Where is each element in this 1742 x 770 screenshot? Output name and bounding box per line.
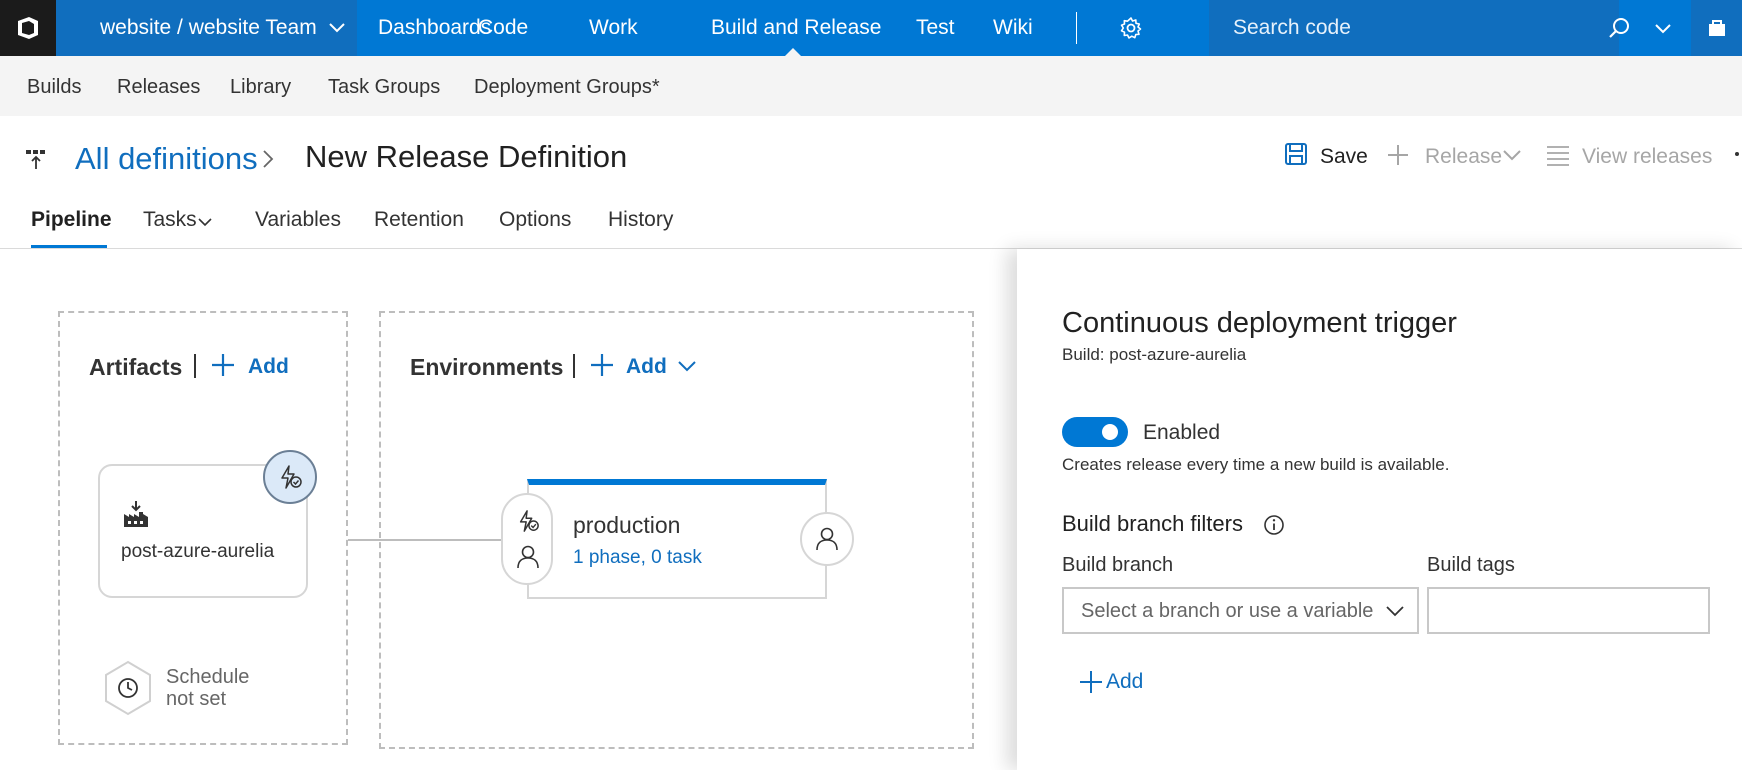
project-selector[interactable]: website / website Team bbox=[56, 0, 357, 56]
build-artifact-icon bbox=[123, 500, 149, 533]
breadcrumb-all-definitions[interactable]: All definitions bbox=[75, 141, 258, 177]
build-tags-label: Build tags bbox=[1427, 554, 1515, 576]
environment-phase-link[interactable]: 1 phase, 0 task bbox=[573, 547, 702, 569]
add-branch-filter-button[interactable]: Add bbox=[1106, 670, 1143, 694]
view-releases-button[interactable]: View releases bbox=[1582, 145, 1712, 169]
gear-icon[interactable] bbox=[1119, 16, 1143, 45]
enabled-toggle-label: Enabled bbox=[1143, 421, 1221, 444]
environment-card[interactable] bbox=[527, 479, 827, 599]
tab-variables[interactable]: Variables bbox=[255, 208, 341, 232]
build-tags-input[interactable] bbox=[1427, 587, 1710, 634]
nav-code[interactable]: Code bbox=[478, 0, 528, 56]
search-placeholder: Search code bbox=[1233, 16, 1351, 39]
plus-icon[interactable] bbox=[590, 353, 614, 382]
release-button[interactable]: Release bbox=[1425, 145, 1502, 169]
nav-work[interactable]: Work bbox=[589, 0, 638, 56]
search-icon[interactable] bbox=[1607, 16, 1631, 45]
subnav-deployment-groups[interactable]: Deployment Groups* bbox=[474, 76, 660, 99]
info-icon[interactable] bbox=[1263, 514, 1285, 541]
subnav-library[interactable]: Library bbox=[230, 76, 291, 99]
chevron-down-icon[interactable] bbox=[678, 359, 696, 377]
vsts-logo-icon[interactable] bbox=[0, 0, 56, 56]
tab-retention[interactable]: Retention bbox=[374, 208, 464, 232]
search-code-input[interactable]: Search code bbox=[1209, 0, 1619, 56]
build-branch-filters-title: Build branch filters bbox=[1062, 511, 1243, 536]
add-environment-button[interactable]: Add bbox=[626, 355, 667, 379]
pre-deployment-conditions-button[interactable] bbox=[501, 493, 553, 585]
title-divider bbox=[194, 354, 196, 378]
page-title: New Release Definition bbox=[305, 139, 628, 174]
chevron-down-icon[interactable] bbox=[1503, 148, 1521, 166]
schedule-line-1: Schedule bbox=[166, 666, 250, 688]
nav-test[interactable]: Test bbox=[916, 0, 955, 56]
subnav-builds[interactable]: Builds bbox=[27, 76, 81, 99]
search-options-chevron-icon[interactable] bbox=[1654, 19, 1672, 42]
lightning-icon bbox=[519, 510, 539, 532]
build-branch-label: Build branch bbox=[1062, 554, 1174, 576]
save-button[interactable]: Save bbox=[1320, 145, 1368, 169]
title-divider bbox=[573, 354, 575, 378]
build-branch-placeholder: Select a branch or use a variable bbox=[1081, 600, 1374, 622]
sub-navigation: Builds Releases Library Task Groups Depl… bbox=[0, 56, 1742, 116]
plus-icon[interactable] bbox=[211, 353, 235, 382]
post-deployment-conditions-button[interactable] bbox=[800, 512, 854, 566]
subnav-task-groups[interactable]: Task Groups bbox=[328, 76, 440, 99]
continuous-deployment-trigger-button[interactable] bbox=[263, 450, 317, 504]
release-definitions-icon bbox=[24, 147, 48, 176]
list-icon bbox=[1546, 144, 1570, 171]
nav-divider bbox=[1076, 12, 1077, 44]
lightning-icon bbox=[281, 465, 302, 489]
chevron-down-icon[interactable] bbox=[198, 214, 212, 232]
schedule-line-2: not set bbox=[166, 688, 227, 710]
approver-icon bbox=[816, 527, 838, 551]
artifact-name: post-azure-aurelia bbox=[121, 541, 275, 562]
schedule-icon[interactable] bbox=[103, 660, 153, 716]
environment-name: production bbox=[573, 512, 681, 538]
tab-history[interactable]: History bbox=[608, 208, 673, 232]
enabled-description: Creates release every time a new build i… bbox=[1062, 455, 1450, 474]
nav-dashboards[interactable]: Dashboards bbox=[378, 0, 491, 56]
project-name: website / website Team bbox=[100, 16, 317, 39]
schedule-status[interactable]: Schedule not set bbox=[166, 666, 249, 710]
more-actions-icon[interactable] bbox=[1735, 152, 1739, 156]
plus-icon bbox=[1386, 143, 1410, 172]
trigger-settings-panel: Continuous deployment trigger Build: pos… bbox=[1017, 249, 1742, 770]
build-branch-select[interactable]: Select a branch or use a variable bbox=[1062, 587, 1419, 634]
artifacts-title: Artifacts bbox=[89, 354, 183, 380]
active-nav-indicator bbox=[785, 48, 801, 56]
environments-title: Environments bbox=[410, 354, 564, 380]
plus-icon[interactable] bbox=[1079, 670, 1103, 699]
enabled-toggle[interactable] bbox=[1062, 417, 1128, 447]
artifact-environment-connector bbox=[348, 539, 502, 541]
subnav-releases[interactable]: Releases bbox=[117, 76, 200, 99]
nav-wiki[interactable]: Wiki bbox=[993, 0, 1033, 56]
top-bar: website / website Team Dashboards Code W… bbox=[0, 0, 1742, 56]
panel-subtitle: Build: post-azure-aurelia bbox=[1062, 345, 1247, 364]
tab-pipeline[interactable]: Pipeline bbox=[31, 208, 112, 232]
panel-title: Continuous deployment trigger bbox=[1062, 307, 1457, 339]
save-icon[interactable] bbox=[1284, 142, 1308, 171]
marketplace-bag-icon[interactable] bbox=[1691, 0, 1742, 56]
tab-options[interactable]: Options bbox=[499, 208, 571, 232]
toggle-knob bbox=[1102, 424, 1118, 440]
tab-tasks[interactable]: Tasks bbox=[143, 208, 197, 232]
breadcrumb-chevron-icon bbox=[262, 149, 274, 174]
chevron-down-icon bbox=[329, 23, 345, 33]
chevron-down-icon bbox=[1386, 604, 1404, 622]
approver-icon bbox=[517, 545, 539, 569]
add-artifact-button[interactable]: Add bbox=[248, 355, 289, 379]
